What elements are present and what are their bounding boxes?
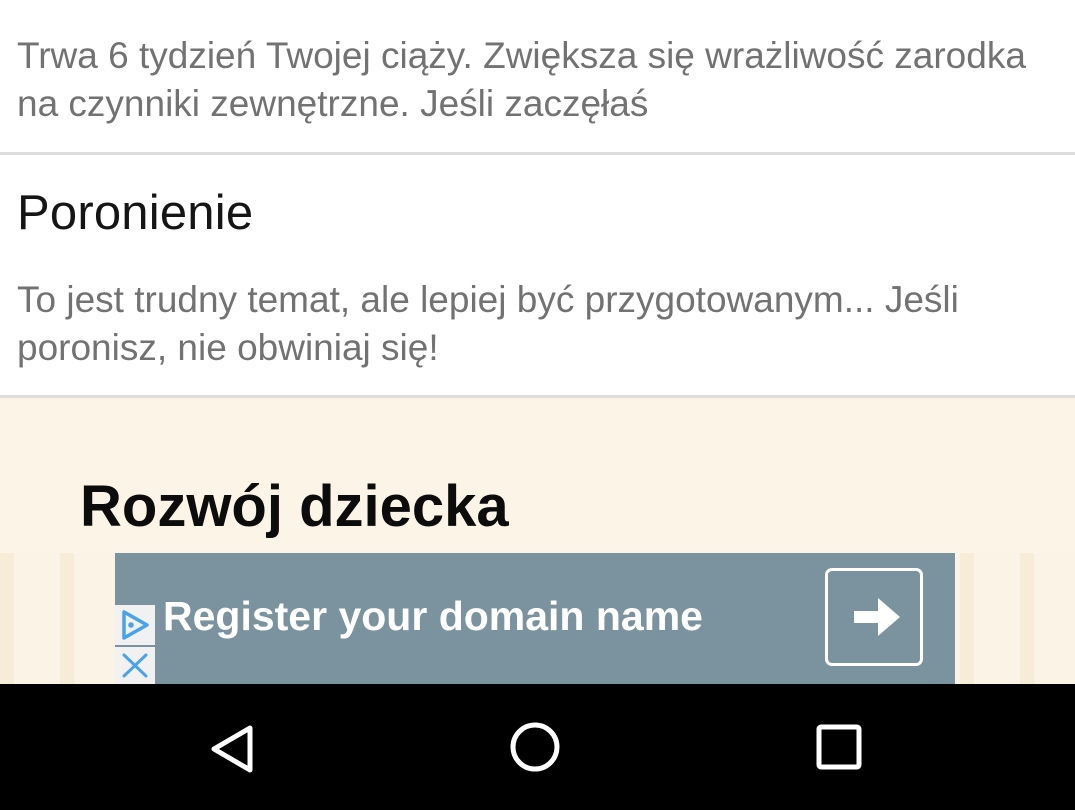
ad-choices-icon[interactable] — [115, 605, 155, 645]
article-excerpt: Trwa 6 tydzień Twojej ciąży. Zwiększa si… — [17, 35, 1026, 124]
back-icon — [211, 725, 253, 773]
ad-text: Register your domain name — [163, 593, 703, 639]
home-icon — [510, 722, 560, 772]
article-card-week-6[interactable]: Trwa 6 tydzień Twojej ciąży. Zwiększa si… — [0, 0, 1075, 155]
article-card-poronienie[interactable]: Poronienie To jest trudny temat, ale lep… — [0, 155, 1075, 398]
recents-icon — [816, 724, 862, 770]
system-navigation-bar — [0, 684, 1075, 810]
close-icon — [122, 653, 148, 678]
section-title: Rozwój dziecka — [80, 474, 509, 539]
article-title: Poronienie — [17, 186, 254, 240]
ad-banner[interactable]: Register your domain name — [115, 553, 955, 684]
recents-button[interactable] — [804, 714, 874, 784]
play-triangle-icon — [122, 610, 149, 640]
ad-close-button[interactable] — [115, 647, 155, 684]
ad-arrow-button[interactable] — [825, 568, 923, 666]
article-excerpt: To jest trudny temat, ale lepiej być prz… — [17, 279, 959, 368]
arrow-right-icon — [854, 598, 900, 636]
home-button[interactable] — [500, 714, 570, 784]
back-button[interactable] — [198, 714, 268, 784]
screen: ▂▂▂▂▂▂ ▂▂▂▂▂ ▂▂▂▂▂▂▂▂ ▂▂▂▂ Trwa 6 tydzie… — [0, 0, 1075, 810]
